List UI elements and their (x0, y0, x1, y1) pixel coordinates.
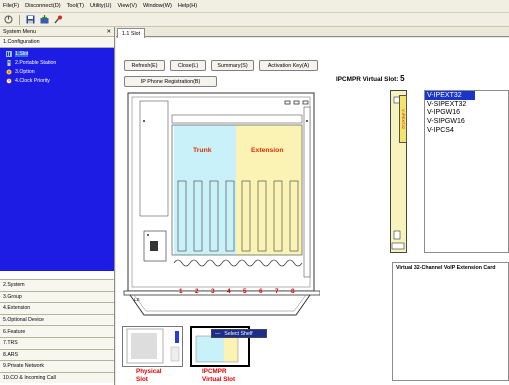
diagnostic-icon[interactable] (53, 15, 64, 25)
refresh-button[interactable]: Refresh(E) (124, 60, 165, 71)
sidebar-item-clock-priority[interactable]: 4.Clock Priority (0, 76, 114, 85)
configuration-tree: 1.Slot 2.Portable Station 3.Option 4.Clo… (0, 48, 114, 271)
physical-slot-caption: Physical Slot (136, 368, 162, 384)
card-option-v-ipext32[interactable]: V-IPEXT32 (425, 91, 475, 100)
slot-number-7: 7 (275, 288, 279, 295)
ls-label: LS (134, 297, 140, 302)
sidebar-item-option[interactable]: 3.Option (0, 67, 114, 76)
menu-tool[interactable]: Tool(T) (67, 3, 84, 9)
sidebar-categories: 2.System 3.Group 4.Extension 5.Optional … (0, 279, 114, 384)
slot-number-1: 1 (179, 288, 183, 295)
clock-priority-icon (6, 77, 12, 84)
menu-help[interactable]: Help(H) (178, 3, 197, 9)
sidebar-category-trs[interactable]: 7.TRS (0, 336, 114, 349)
cabinet-diagram: Trunk Extension LS 1 2 3 4 5 6 7 8 (120, 91, 321, 321)
close-button[interactable]: Close(L) (170, 60, 206, 71)
save-icon[interactable] (25, 15, 36, 25)
virtual-slot-number: 5 (400, 74, 405, 83)
ipcmpr-caption-line1: IPCMPR (202, 368, 227, 375)
sidebar-category-co-incoming-call[interactable]: 10.CO & Incoming Call (0, 371, 114, 384)
summary-button[interactable]: Summary(S) (211, 60, 254, 71)
slot-icon (6, 50, 12, 57)
sidebar-category-private-network[interactable]: 9.Private Network (0, 360, 114, 372)
slot-number-3: 3 (211, 288, 215, 295)
select-shelf-tooltip[interactable]: — Select Shelf (211, 329, 267, 338)
close-icon[interactable]: ✕ (106, 29, 111, 35)
sidebar-section-configuration[interactable]: 1.Configuration (0, 37, 114, 48)
system-menu-panel: System Menu ✕ 1.Configuration 1.Slot 2.P… (0, 27, 115, 385)
menu-bar: File(F) Disconnect(D) Tool(T) Utility(U)… (0, 0, 509, 13)
card-option-v-ipcs4[interactable]: V-IPCS4 (425, 126, 508, 135)
activation-key-button[interactable]: Activation Key(A) (259, 60, 318, 71)
card-option-v-sipgw16[interactable]: V-SIPGW16 (425, 117, 508, 126)
physical-caption-line1: Physical (136, 368, 162, 375)
sidebar-item-label: 3.Option (15, 68, 35, 75)
system-menu-header: System Menu ✕ (0, 27, 114, 37)
sidebar-category-feature[interactable]: 6.Feature (0, 325, 114, 337)
sidebar-item-slot[interactable]: 1.Slot (0, 49, 114, 58)
ipcmpr-virtual-slot-caption: IPCMPR Virtual Slot (202, 368, 235, 384)
option-icon (6, 69, 12, 75)
sidebar-category-extension[interactable]: 4.Extension (0, 302, 114, 314)
portable-station-icon (6, 59, 12, 66)
card-option-v-ipgw16[interactable]: V-IPGW16 (425, 109, 508, 118)
sidebar-category-system[interactable]: 2.System (0, 279, 114, 291)
toolbar (0, 13, 509, 27)
tab-strip: 1.1 Slot (116, 27, 509, 38)
menu-window[interactable]: Window(W) (143, 3, 172, 9)
slot-number-2: 2 (195, 288, 199, 295)
extension-label: Extension (251, 147, 284, 154)
card-option-v-sipext32[interactable]: V-SIPEXT32 (425, 100, 508, 109)
physical-slot-thumbnail[interactable] (122, 326, 183, 367)
menu-file[interactable]: File(F) (3, 3, 19, 9)
trunk-label: Trunk (193, 147, 212, 154)
connect-icon[interactable] (3, 15, 14, 25)
menu-disconnect[interactable]: Disconnect(D) (25, 3, 60, 9)
physical-caption-line2: Slot (136, 376, 148, 383)
sidebar-category-group[interactable]: 3.Group (0, 290, 114, 303)
sidebar-item-label: 2.Portable Station (15, 59, 57, 66)
sidebar-item-portable-station[interactable]: 2.Portable Station (0, 58, 114, 67)
sidebar-item-label: 4.Clock Priority (15, 77, 50, 84)
card-type-list[interactable]: V-IPEXT32 V-SIPEXT32 V-IPGW16 V-SIPGW16 … (424, 90, 509, 253)
tab-slot[interactable]: 1.1 Slot (117, 28, 145, 38)
ipcmpr-caption-line2: Virtual Slot (202, 376, 236, 383)
download-icon[interactable] (39, 15, 50, 25)
virtual-slot-label: IPCMPR Virtual Slot: 5 (336, 74, 405, 83)
system-menu-title: System Menu (3, 28, 36, 35)
ip-phone-registration-button[interactable]: IP Phone Registration(B) (124, 76, 217, 87)
slot-number-4: 4 (227, 288, 231, 295)
card-strip-label: V-IPEXT32 (399, 95, 407, 143)
card-description: Virtual 32-Channel VoIP Extension Card (392, 262, 509, 381)
slot-number-6: 6 (259, 288, 263, 295)
virtual-slot-caption: IPCMPR Virtual Slot: (336, 76, 399, 83)
sidebar-category-ars[interactable]: 8.ARS (0, 348, 114, 361)
tooltip-text: Select Shelf (224, 330, 253, 337)
toolbar-separator (19, 14, 20, 25)
menu-utility[interactable]: Utility(U) (90, 3, 111, 9)
tooltip-dash: — (215, 330, 221, 337)
sidebar-category-optional-device[interactable]: 5.Optional Device (0, 313, 114, 326)
menu-view[interactable]: View(V) (117, 3, 136, 9)
slot-number-5: 5 (243, 288, 247, 295)
slot-number-8: 8 (291, 288, 295, 295)
sidebar-item-label: 1.Slot (15, 50, 29, 57)
